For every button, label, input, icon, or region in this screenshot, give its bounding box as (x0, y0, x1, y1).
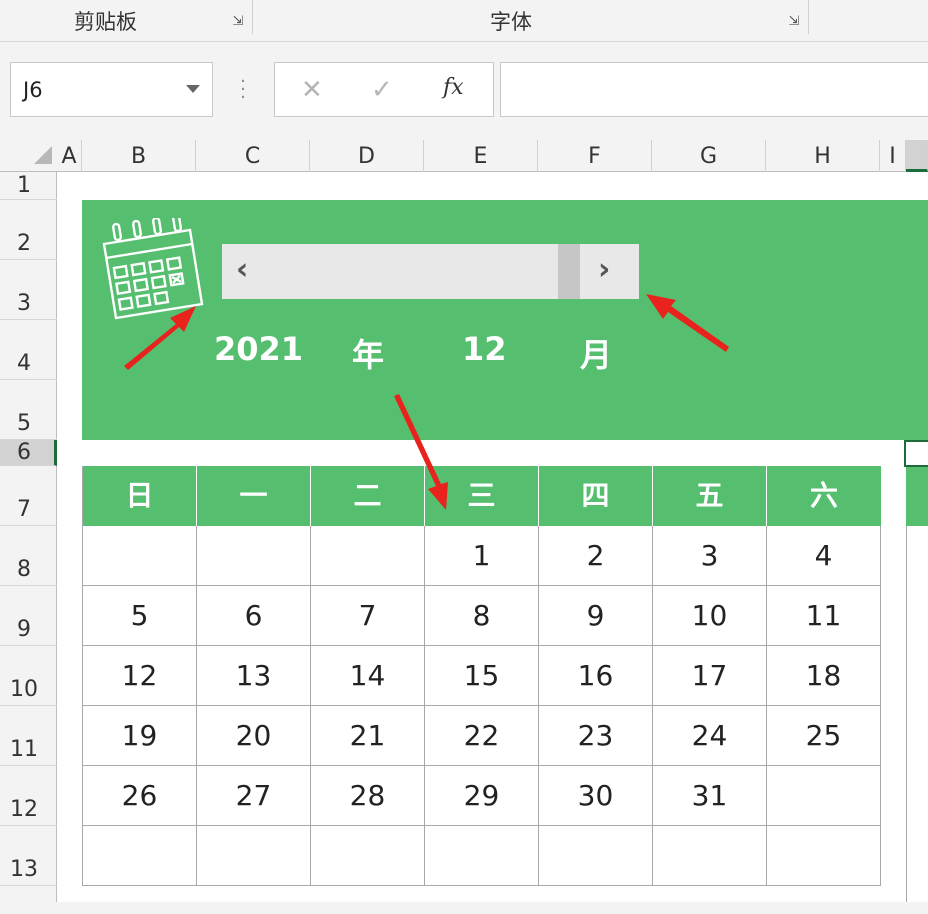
arrow-to-weekday-header (394, 394, 448, 510)
arrow-to-calendar-icon (124, 306, 196, 370)
annotation-arrows (124, 294, 729, 510)
arrow-to-scrollbar (646, 294, 729, 352)
